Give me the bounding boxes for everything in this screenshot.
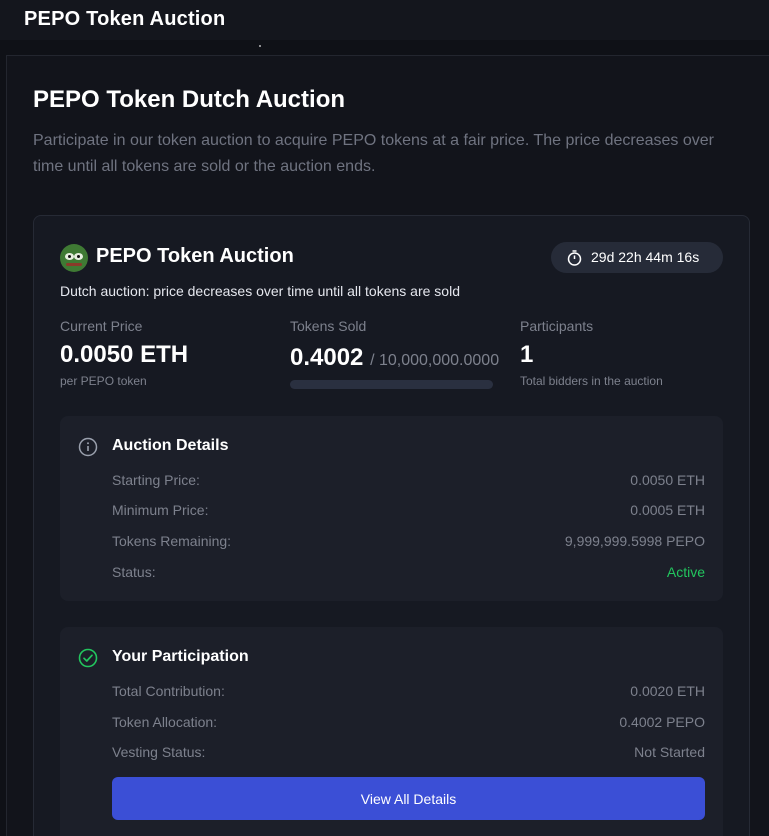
current-price-value: 0.0050 ETH — [60, 341, 189, 368]
countdown-badge: 29d 22h 44m 16s — [551, 242, 723, 273]
tokens-sold-label: Tokens Sold — [290, 318, 367, 334]
participants-label: Participants — [520, 318, 594, 334]
participation-title: Your Participation — [112, 648, 249, 665]
check-circle-icon — [78, 648, 98, 668]
vesting-status-label: Vesting Status: — [112, 744, 206, 760]
app-root: PEPO Token Auction PEPO Token Dutch Auct… — [0, 0, 769, 836]
tokens-sold-progress — [290, 380, 493, 389]
participants-value: 1 — [520, 341, 534, 368]
auction-title: PEPO Token Auction — [96, 245, 294, 267]
current-price-foot: per PEPO token — [60, 374, 147, 388]
minimum-price-label: Minimum Price: — [112, 502, 209, 518]
star-decoration — [259, 45, 261, 47]
tokens-remaining-label: Tokens Remaining: — [112, 533, 232, 549]
app-title: PEPO Token Auction — [24, 8, 226, 30]
auction-subtitle: Dutch auction: price decreases over time… — [60, 283, 460, 299]
top-bar: PEPO Token Auction — [0, 0, 769, 40]
vesting-status-value: Not Started — [634, 744, 705, 760]
participants-foot: Total bidders in the auction — [520, 374, 663, 388]
current-price-label: Current Price — [60, 318, 143, 334]
status-value: Active — [666, 564, 705, 580]
total-contribution-label: Total Contribution: — [112, 683, 225, 699]
pepo-logo-icon — [60, 244, 88, 272]
token-allocation-value: 0.4002 PEPO — [619, 714, 705, 730]
tokens-sold-amount: 0.4002 — [290, 344, 364, 371]
minimum-price-value: 0.0005 ETH — [630, 502, 705, 518]
total-contribution-value: 0.0020 ETH — [630, 683, 705, 699]
starting-price-value: 0.0050 ETH — [630, 472, 705, 488]
info-icon — [78, 437, 98, 457]
stopwatch-icon — [567, 250, 582, 266]
starting-price-label: Starting Price: — [112, 472, 200, 488]
page-description: Participate in our token auction to acqu… — [33, 132, 714, 175]
tokens-sold-value: 0.4002 / 10,000,000.0000 — [290, 344, 499, 372]
status-label: Status: — [112, 564, 156, 580]
tokens-remaining-value: 9,999,999.5998 PEPO — [564, 533, 705, 549]
page-title: PEPO Token Dutch Auction — [33, 86, 346, 113]
tokens-sold-total: / 10,000,000.0000 — [370, 352, 500, 369]
auction-details-title: Auction Details — [112, 437, 229, 454]
token-allocation-label: Token Allocation: — [112, 714, 218, 730]
view-all-details-button[interactable]: View All Details — [112, 777, 705, 820]
countdown-text: 29d 22h 44m 16s — [591, 249, 700, 265]
